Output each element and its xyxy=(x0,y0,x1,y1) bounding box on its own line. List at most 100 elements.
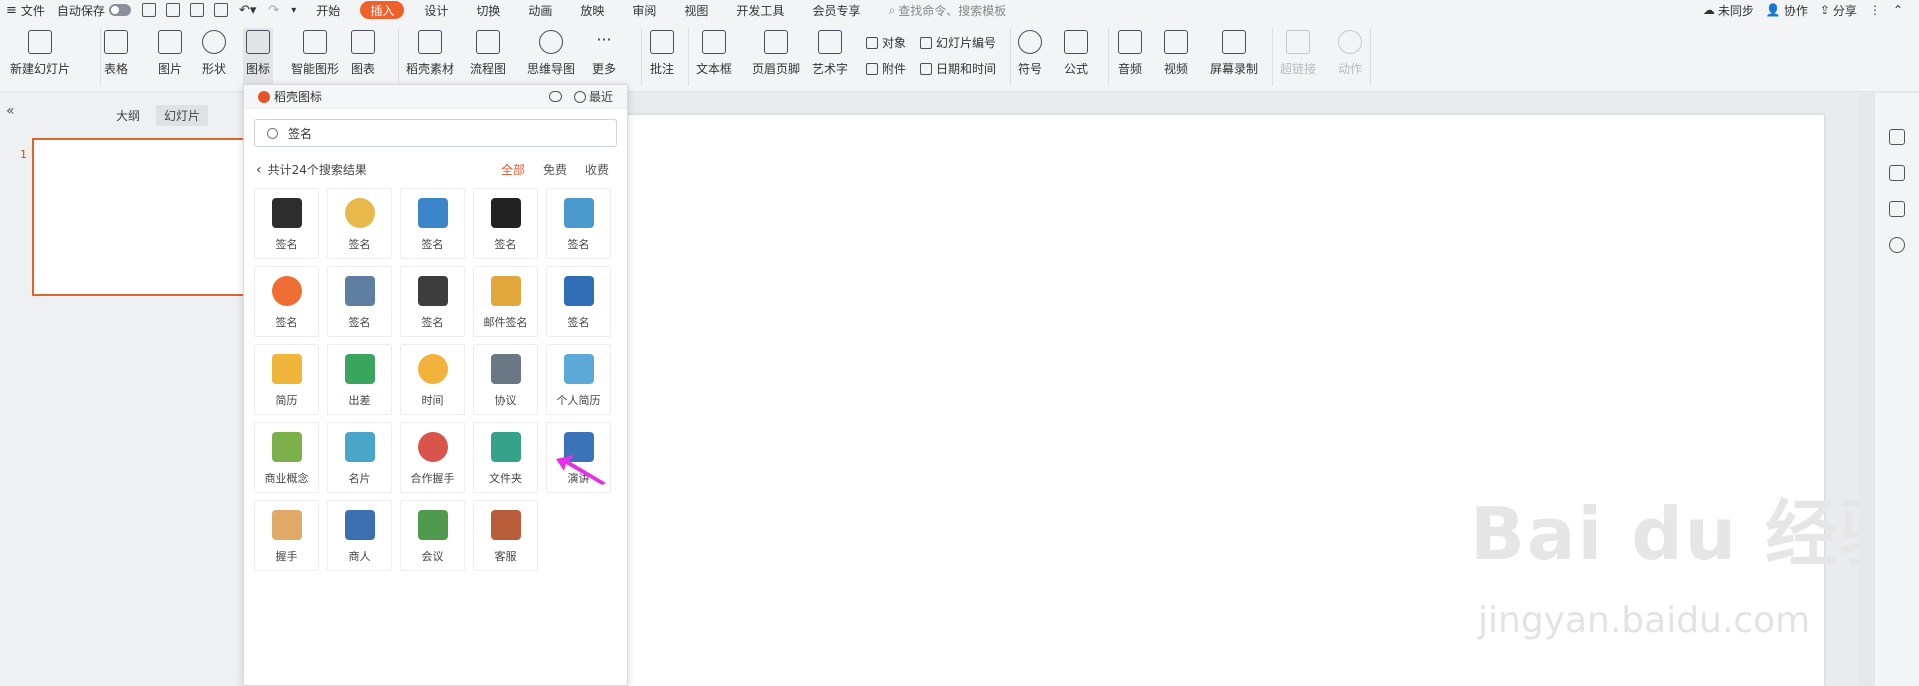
tab-developer[interactable]: 开发工具 xyxy=(722,0,798,20)
attachment-button[interactable]: 附件 xyxy=(866,60,906,77)
filter-paid[interactable]: 收费 xyxy=(585,161,609,178)
textbox-button[interactable]: 文本框 xyxy=(696,30,732,77)
tab-member[interactable]: 会员专享 xyxy=(798,0,874,20)
help-icon[interactable] xyxy=(1889,237,1905,253)
icon-result-item[interactable]: 商业概念 xyxy=(254,422,319,493)
animation-pin-icon[interactable] xyxy=(1889,165,1905,181)
audio-button[interactable]: 音频 xyxy=(1118,30,1142,77)
icon-result-item[interactable]: 时间 xyxy=(400,344,465,415)
screen-record-button[interactable]: 屏幕录制 xyxy=(1210,30,1258,77)
tab-outline[interactable]: 大纲 xyxy=(108,105,148,126)
icon-button[interactable]: 图标 xyxy=(243,28,274,88)
autosave-toggle[interactable]: 自动保存 xyxy=(51,0,137,20)
video-button[interactable]: 视频 xyxy=(1164,30,1188,77)
icon-result-item[interactable]: 邮件签名 xyxy=(473,266,538,337)
icon-result-item[interactable]: 个人简历 xyxy=(546,344,611,415)
undo-icon[interactable]: ↶▾ xyxy=(233,0,262,20)
tab-animation[interactable]: 动画 xyxy=(514,0,566,20)
icon-result-item[interactable]: 客服 xyxy=(473,500,538,571)
icon-result-item[interactable]: 文件夹 xyxy=(473,422,538,493)
collab-button[interactable]: 👤 协作 xyxy=(1760,0,1814,20)
icon-result-item[interactable]: 签名 xyxy=(400,188,465,259)
print-icon[interactable] xyxy=(189,3,204,17)
tab-insert[interactable]: 插入 xyxy=(360,1,405,19)
more-options-icon[interactable]: ⋮ xyxy=(1863,0,1887,20)
icon-result-item[interactable]: 合作握手 xyxy=(400,422,465,493)
tab-transition[interactable]: 切换 xyxy=(462,0,514,20)
collapse-panel-icon[interactable]: « xyxy=(6,103,15,119)
tab-home[interactable]: 开始 xyxy=(302,0,354,20)
icon-result-item[interactable]: 名片 xyxy=(327,422,392,493)
hyperlink-button[interactable]: 超链接 xyxy=(1280,30,1316,77)
header-footer-button[interactable]: 页眉页脚 xyxy=(752,30,800,77)
recent-button[interactable]: 最近 xyxy=(548,88,613,105)
customize-dropdown-icon[interactable]: ▾ xyxy=(285,0,302,20)
header-footer-label: 页眉页脚 xyxy=(752,62,801,76)
save-icon[interactable] xyxy=(141,3,156,17)
tab-review[interactable]: 审阅 xyxy=(618,0,670,20)
shape-button[interactable]: 形状 xyxy=(202,30,226,77)
chart-button[interactable]: 图表 xyxy=(351,30,375,77)
icon-result-item[interactable]: 会议 xyxy=(400,500,465,571)
material-button[interactable]: 稻壳素材 xyxy=(406,30,454,77)
icon-result-item[interactable]: 握手 xyxy=(254,500,319,571)
formula-label: 公式 xyxy=(1064,62,1089,76)
icon-result-item[interactable]: 签名 xyxy=(473,188,538,259)
share-button[interactable]: ⇪ 分享 xyxy=(1814,0,1863,20)
datetime-button[interactable]: 日期和时间 xyxy=(920,60,996,77)
symbol-button[interactable]: 符号 xyxy=(1018,30,1042,77)
tab-view[interactable]: 视图 xyxy=(670,0,722,20)
icon-result-label: 合作握手 xyxy=(410,472,455,485)
properties-icon[interactable] xyxy=(1889,129,1905,145)
picture-button[interactable]: 图片 xyxy=(158,30,182,77)
feedback-icon[interactable] xyxy=(548,91,562,102)
format-painter-icon[interactable] xyxy=(165,3,180,17)
icon-search-field[interactable]: 签名 xyxy=(254,119,617,147)
icon-result-item[interactable]: 协议 xyxy=(473,344,538,415)
icon-result-item[interactable]: 商人 xyxy=(327,500,392,571)
icon-result-item[interactable]: 签名 xyxy=(327,188,392,259)
icon-result-item[interactable]: 签名 xyxy=(254,188,319,259)
slide-number-button[interactable]: 幻灯片编号 xyxy=(920,34,996,51)
more-button[interactable]: ··· 更多 xyxy=(592,30,616,77)
icon-result-item[interactable]: 简历 xyxy=(254,344,319,415)
icon-result-item[interactable]: 签名 xyxy=(327,266,392,337)
ribbon-divider xyxy=(398,28,399,86)
sync-button[interactable]: ☁ 未同步 xyxy=(1697,0,1760,20)
object-button[interactable]: 对象 xyxy=(866,34,906,51)
formula-icon xyxy=(1064,30,1088,54)
command-search[interactable]: ⌕ 查找命令、搜索模板 xyxy=(888,2,1006,19)
filter-free[interactable]: 免费 xyxy=(543,161,567,178)
icon-result-label: 协议 xyxy=(494,394,517,407)
print-preview-icon[interactable] xyxy=(213,3,228,17)
new-slide-icon xyxy=(28,30,52,54)
tab-slideshow[interactable]: 放映 xyxy=(566,0,618,20)
formula-button[interactable]: 公式 xyxy=(1064,30,1088,77)
comment-label: 批注 xyxy=(650,62,675,76)
smart-art-button[interactable]: 智能图形 xyxy=(291,30,339,77)
flowchart-button[interactable]: 流程图 xyxy=(470,30,506,77)
tab-design[interactable]: 设计 xyxy=(410,0,462,20)
back-icon[interactable]: ‹ xyxy=(256,162,262,178)
wordart-button[interactable]: 艺术字 xyxy=(812,30,848,77)
collapse-ribbon-icon[interactable]: ⌃ xyxy=(1887,0,1909,20)
table-button[interactable]: 表格 xyxy=(104,30,128,77)
icon-result-item[interactable]: 签名 xyxy=(254,266,319,337)
result-summary[interactable]: ‹ 共计24个搜索结果 xyxy=(256,161,367,178)
redo-icon[interactable]: ↷ xyxy=(262,0,285,20)
tab-slides[interactable]: 幻灯片 xyxy=(156,105,209,126)
mindmap-button[interactable]: 思维导图 xyxy=(527,30,575,77)
icon-result-item[interactable]: 签名 xyxy=(546,188,611,259)
action-button[interactable]: 动作 xyxy=(1338,30,1362,77)
layout-icon[interactable] xyxy=(1889,201,1905,217)
icon-result-item[interactable]: 签名 xyxy=(400,266,465,337)
file-menu[interactable]: ≡ 文件 xyxy=(0,0,51,20)
slide-thumbnail[interactable] xyxy=(32,138,243,296)
toggle-switch-icon[interactable] xyxy=(108,4,131,16)
icon-result-item[interactable]: 出差 xyxy=(327,344,392,415)
filter-all[interactable]: 全部 xyxy=(501,161,525,178)
icon-result-item[interactable]: 签名 xyxy=(546,266,611,337)
new-slide-button[interactable]: 新建幻灯片 xyxy=(10,30,70,77)
vertical-scrollbar[interactable] xyxy=(1859,93,1875,686)
comment-button[interactable]: 批注 xyxy=(650,30,674,77)
